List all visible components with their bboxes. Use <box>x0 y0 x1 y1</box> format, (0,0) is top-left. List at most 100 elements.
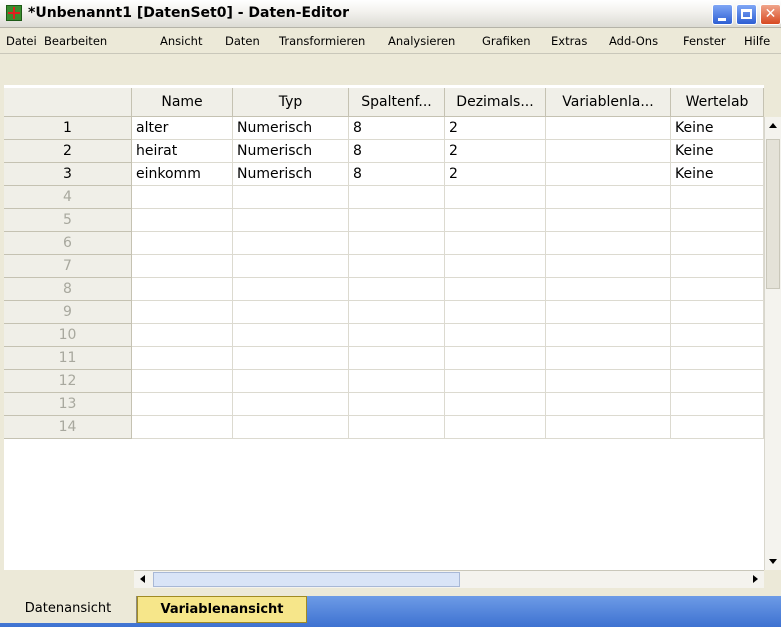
header-spaltenformat[interactable]: Spaltenf... <box>349 88 445 117</box>
grid-cell[interactable]: alter <box>132 117 233 140</box>
row-number[interactable]: 8 <box>4 278 132 301</box>
grid-cell[interactable] <box>671 278 764 301</box>
grid-cell[interactable] <box>132 324 233 347</box>
close-button[interactable]: ✕ <box>760 4 781 25</box>
grid-cell[interactable] <box>349 255 445 278</box>
grid-cell[interactable] <box>233 278 349 301</box>
row-number[interactable]: 13 <box>4 393 132 416</box>
grid-cell[interactable]: 2 <box>445 117 546 140</box>
menu-extras[interactable]: Extras <box>551 34 587 48</box>
scroll-down-button[interactable] <box>765 553 781 570</box>
grid-cell[interactable] <box>445 301 546 324</box>
grid-cell[interactable] <box>546 370 671 393</box>
grid-cell[interactable]: 8 <box>349 163 445 186</box>
header-variablenlabel[interactable]: Variablenla... <box>546 88 671 117</box>
grid-cell[interactable] <box>233 232 349 255</box>
grid-cell[interactable] <box>233 255 349 278</box>
grid-cell[interactable] <box>132 186 233 209</box>
grid-cell[interactable]: Keine <box>671 140 764 163</box>
grid-cell[interactable] <box>349 209 445 232</box>
grid-cell[interactable] <box>671 209 764 232</box>
menu-analysieren[interactable]: Analysieren <box>388 34 455 48</box>
row-number[interactable]: 11 <box>4 347 132 370</box>
grid-cell[interactable] <box>233 393 349 416</box>
grid-cell[interactable]: Numerisch <box>233 117 349 140</box>
grid-cell[interactable] <box>132 370 233 393</box>
scroll-up-button[interactable] <box>765 117 781 134</box>
grid-cell[interactable] <box>546 163 671 186</box>
menu-addons[interactable]: Add-Ons <box>609 34 658 48</box>
grid-cell[interactable] <box>233 209 349 232</box>
vertical-scroll-thumb[interactable] <box>766 139 780 289</box>
grid-cell[interactable] <box>546 393 671 416</box>
grid-cell[interactable]: 8 <box>349 140 445 163</box>
tab-variablenansicht[interactable]: Variablenansicht <box>137 596 307 623</box>
header-wertelabels[interactable]: Wertelab <box>671 88 764 117</box>
menu-daten[interactable]: Daten <box>225 34 260 48</box>
tab-datenansicht[interactable]: Datenansicht <box>0 596 137 623</box>
scroll-left-button[interactable] <box>134 571 151 588</box>
grid-cell[interactable] <box>132 278 233 301</box>
grid-cell[interactable] <box>233 370 349 393</box>
grid-cell[interactable] <box>671 186 764 209</box>
grid-cell[interactable] <box>233 347 349 370</box>
grid-cell[interactable]: einkomm <box>132 163 233 186</box>
grid-cell[interactable]: Keine <box>671 117 764 140</box>
grid-cell[interactable] <box>546 232 671 255</box>
vertical-scrollbar[interactable] <box>764 117 781 570</box>
grid-cell[interactable] <box>546 209 671 232</box>
grid-cell[interactable] <box>546 255 671 278</box>
grid-cell[interactable] <box>132 416 233 439</box>
grid-cell[interactable] <box>233 301 349 324</box>
grid-cell[interactable] <box>546 186 671 209</box>
menu-datei[interactable]: Datei <box>6 34 37 48</box>
grid-cell[interactable] <box>546 347 671 370</box>
grid-cell[interactable] <box>349 416 445 439</box>
scroll-right-button[interactable] <box>747 571 764 588</box>
grid-cell[interactable] <box>445 255 546 278</box>
grid-cell[interactable] <box>445 416 546 439</box>
grid-cell[interactable]: Numerisch <box>233 163 349 186</box>
row-number[interactable]: 3 <box>4 163 132 186</box>
header-name[interactable]: Name <box>132 88 233 117</box>
grid-cell[interactable] <box>546 278 671 301</box>
grid-cell[interactable] <box>349 186 445 209</box>
row-number[interactable]: 14 <box>4 416 132 439</box>
grid-cell[interactable]: 2 <box>445 163 546 186</box>
grid-cell[interactable] <box>546 324 671 347</box>
header-typ[interactable]: Typ <box>233 88 349 117</box>
grid-cell[interactable]: Keine <box>671 163 764 186</box>
row-number[interactable]: 5 <box>4 209 132 232</box>
grid-cell[interactable] <box>671 370 764 393</box>
grid-cell[interactable] <box>132 301 233 324</box>
row-number[interactable]: 10 <box>4 324 132 347</box>
grid-cell[interactable] <box>546 301 671 324</box>
grid-cell[interactable] <box>671 232 764 255</box>
menu-grafiken[interactable]: Grafiken <box>482 34 531 48</box>
grid-cell[interactable] <box>671 255 764 278</box>
grid-cell[interactable] <box>546 117 671 140</box>
grid-cell[interactable] <box>671 347 764 370</box>
menu-ansicht[interactable]: Ansicht <box>160 34 202 48</box>
grid-cell[interactable] <box>349 370 445 393</box>
maximize-button[interactable] <box>736 4 757 25</box>
row-number[interactable]: 2 <box>4 140 132 163</box>
menu-fenster[interactable]: Fenster <box>683 34 726 48</box>
grid-cell[interactable] <box>445 370 546 393</box>
grid-cell[interactable] <box>671 393 764 416</box>
grid-cell[interactable] <box>445 278 546 301</box>
horizontal-scroll-thumb[interactable] <box>153 572 460 587</box>
grid-cell[interactable] <box>671 416 764 439</box>
grid-cell[interactable] <box>445 232 546 255</box>
grid-cell[interactable] <box>445 347 546 370</box>
header-corner[interactable] <box>4 88 132 117</box>
row-number[interactable]: 1 <box>4 117 132 140</box>
grid-cell[interactable] <box>546 140 671 163</box>
grid-cell[interactable] <box>132 347 233 370</box>
menu-hilfe[interactable]: Hilfe <box>744 34 770 48</box>
grid-cell[interactable] <box>349 324 445 347</box>
row-number[interactable]: 9 <box>4 301 132 324</box>
grid-cell[interactable]: heirat <box>132 140 233 163</box>
grid-cell[interactable] <box>233 416 349 439</box>
horizontal-scrollbar[interactable] <box>134 570 764 588</box>
